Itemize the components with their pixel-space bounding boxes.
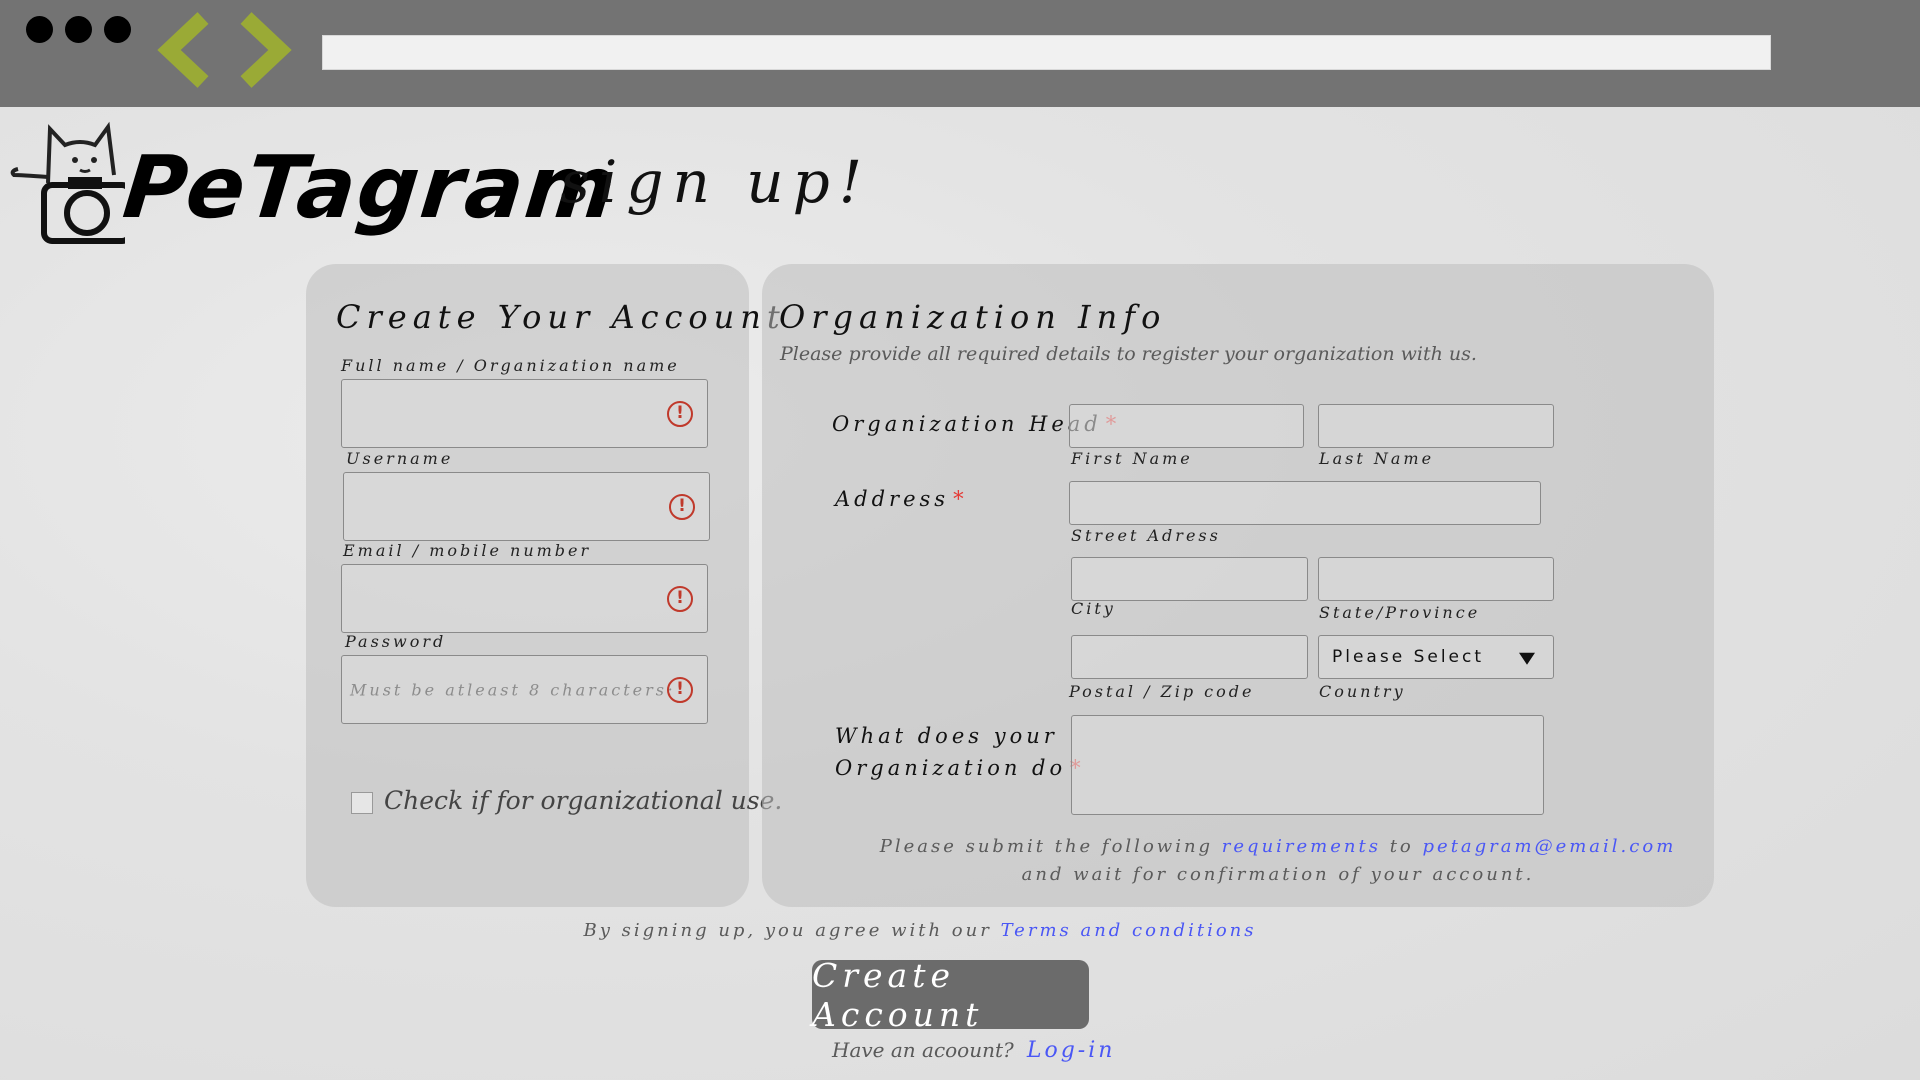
required-mark: * <box>953 487 968 511</box>
alert-icon: ! <box>667 585 693 612</box>
window-dot-close[interactable] <box>26 16 53 43</box>
fullname-label: Full name / Organization name <box>341 356 680 375</box>
create-account-button[interactable]: Create Account <box>812 956 1089 1034</box>
password-placeholder: Must be atleast 8 characters: <box>350 680 676 699</box>
alert-icon: ! <box>669 493 695 520</box>
street-address-input[interactable] <box>1069 481 1541 525</box>
street-address-label: Street Adress <box>1071 526 1221 545</box>
org-description-label: What does your Organization do* <box>835 720 1085 784</box>
state-label: State/Province <box>1319 603 1481 622</box>
page-title: sign up! <box>560 148 872 216</box>
forward-arrow-icon[interactable] <box>234 12 294 88</box>
password-input[interactable]: Must be atleast 8 characters: ! <box>341 655 708 724</box>
organization-subtitle: Please provide all required details to r… <box>780 343 1477 365</box>
login-link[interactable]: Log-in <box>1027 1038 1116 1063</box>
state-input[interactable] <box>1318 557 1554 601</box>
account-heading: Create Your Account <box>336 298 786 336</box>
email-input[interactable]: ! <box>341 564 708 633</box>
window-dot-minimize[interactable] <box>65 16 92 43</box>
org-use-checkbox[interactable] <box>351 792 373 814</box>
cat-camera-logo-icon <box>10 121 125 244</box>
zip-label: Postal / Zip code <box>1069 682 1255 701</box>
alert-icon: ! <box>667 400 693 427</box>
dropdown-arrow-icon <box>1519 652 1535 665</box>
city-input[interactable] <box>1071 557 1308 601</box>
email-label: Email / mobile number <box>343 541 592 560</box>
alert-icon: ! <box>667 676 693 703</box>
org-description-textarea[interactable] <box>1071 715 1544 815</box>
username-label: Username <box>346 449 454 468</box>
org-use-checkbox-label: Check if for organizational use. <box>384 786 783 815</box>
submit-requirements-note: Please submit the following requirements… <box>879 836 1677 885</box>
username-input[interactable]: ! <box>343 472 710 541</box>
organization-heading: Organization Info <box>779 298 1167 336</box>
country-select[interactable]: Please Select <box>1318 635 1554 679</box>
country-label: Country <box>1319 682 1406 701</box>
brand-logo-text: PeTagram <box>118 138 623 238</box>
url-bar[interactable] <box>322 35 1771 70</box>
country-select-value: Please Select <box>1332 647 1485 667</box>
last-name-input[interactable] <box>1318 404 1554 448</box>
first-name-label: First Name <box>1071 449 1193 468</box>
email-link[interactable]: petagram@email.com <box>1423 836 1677 857</box>
requirements-link[interactable]: requirements <box>1222 836 1381 857</box>
last-name-label: Last Name <box>1319 449 1435 468</box>
terms-line: By signing up, you agree with our Terms … <box>583 920 1257 941</box>
address-label: Address * <box>835 487 968 511</box>
window-dot-maximize[interactable] <box>104 16 131 43</box>
zip-input[interactable] <box>1071 635 1308 679</box>
city-label: City <box>1071 599 1116 618</box>
password-label: Password <box>345 632 447 651</box>
first-name-input[interactable] <box>1069 404 1304 448</box>
fullname-input[interactable]: ! <box>341 379 708 448</box>
back-arrow-icon[interactable] <box>155 12 215 88</box>
terms-link[interactable]: Terms and conditions <box>1001 920 1257 941</box>
login-line: Have an acoount? Log-in <box>832 1038 1116 1063</box>
